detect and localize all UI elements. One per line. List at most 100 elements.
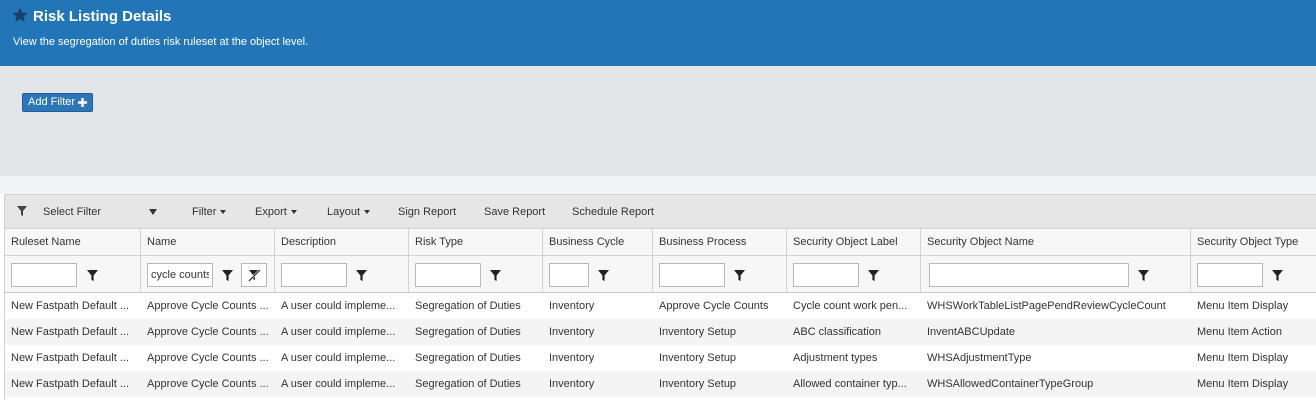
funnel-icon[interactable] [591,263,615,287]
cell-business-process: Inventory Setup [659,352,737,364]
cell-ruleset-name: New Fastpath Default ... [11,378,129,390]
filter-input-description[interactable] [281,263,347,287]
save-report-button[interactable]: Save Report [484,206,545,218]
filter-input-security-object-name[interactable] [929,263,1129,287]
column-header-business-process[interactable]: Business Process [653,229,787,256]
cell-ruleset-name: New Fastpath Default ... [11,326,129,338]
report-grid: Select Filter Filter Export Layout Sign … [4,194,1316,400]
funnel-icon[interactable] [80,263,104,287]
funnel-icon[interactable] [349,263,373,287]
table-row[interactable]: New Fastpath Default ... Approve Cycle C… [5,345,1316,371]
column-header-row: Ruleset Name Name Description Risk Type … [5,229,1316,256]
cell-ruleset-name: New Fastpath Default ... [11,352,129,364]
funnel-icon[interactable] [483,263,507,287]
filter-input-security-object-label[interactable] [793,263,859,287]
column-header-ruleset-name[interactable]: Ruleset Name [5,229,141,256]
chevron-down-icon[interactable] [149,209,157,215]
caret-down-icon [290,210,297,215]
clear-filter-icon [247,268,261,282]
table-row[interactable]: New Fastpath Default ... Approve Cycle C… [5,371,1316,397]
filter-cell-risk-type [409,256,543,293]
plus-icon [78,98,88,107]
cell-business-process: Inventory Setup [659,326,737,338]
table-row[interactable]: New Fastpath Default ... Approve Cycle C… [5,293,1316,319]
cell-security-object-type: Menu Item Display [1197,378,1289,390]
cell-name: Approve Cycle Counts ... [147,326,269,338]
cell-security-object-name: WHSAdjustmentType [927,352,1032,364]
cell-business-process: Inventory Setup [659,378,737,390]
cell-name: Approve Cycle Counts ... [147,352,269,364]
caret-down-icon [220,210,227,215]
page-title: Risk Listing Details [33,8,172,25]
cell-business-cycle: Inventory [549,326,595,338]
cell-description: A user could impleme... [281,326,396,338]
filter-cell-security-object-name [921,256,1191,293]
filter-cell-description [275,256,409,293]
cell-security-object-type: Menu Item Display [1197,352,1289,364]
column-header-risk-type[interactable]: Risk Type [409,229,543,256]
cell-risk-type: Segregation of Duties [415,352,521,364]
funnel-icon [17,206,27,216]
export-menu-label: Export [255,206,287,218]
cell-description: A user could impleme... [281,300,396,312]
grid-toolbar: Select Filter Filter Export Layout Sign … [5,195,1316,229]
filter-cell-ruleset-name [5,256,141,293]
filter-menu[interactable]: Filter [192,206,227,218]
cell-name: Approve Cycle Counts ... [147,300,269,312]
cell-security-object-name: InventABCUpdate [927,326,1016,338]
column-header-security-object-name[interactable]: Security Object Name [921,229,1191,256]
add-filter-button[interactable]: Add Filter [22,93,94,112]
select-filter-dropdown[interactable]: Select Filter [43,206,101,218]
cell-security-object-label: Cycle count work pen... [793,300,908,312]
add-filter-label: Add Filter [28,96,76,108]
cell-description: A user could impleme... [281,352,396,364]
page-header: Risk Listing Details View the segregatio… [0,0,1316,66]
cell-risk-type: Segregation of Duties [415,326,521,338]
schedule-report-button[interactable]: Schedule Report [572,206,654,218]
star-icon [12,7,28,22]
layout-menu-label: Layout [327,206,361,218]
cell-security-object-type: Menu Item Action [1197,326,1282,338]
cell-risk-type: Segregation of Duties [415,378,521,390]
cell-ruleset-name: New Fastpath Default ... [11,300,129,312]
funnel-icon[interactable] [1265,263,1289,287]
filter-input-business-process[interactable] [659,263,725,287]
filter-menu-label: Filter [192,206,217,218]
cell-security-object-type: Menu Item Display [1197,300,1289,312]
cell-security-object-label: ABC classification [793,326,882,338]
cell-name: Approve Cycle Counts ... [147,378,269,390]
filter-panel: Add Filter [0,66,1316,176]
filter-input-risk-type[interactable] [415,263,481,287]
cell-security-object-label: Allowed container typ... [793,378,907,390]
column-header-name[interactable]: Name [141,229,275,256]
filter-cell-security-object-type [1191,256,1316,293]
funnel-icon[interactable] [727,263,751,287]
cell-security-object-name: WHSAllowedContainerTypeGroup [927,378,1094,390]
column-header-business-cycle[interactable]: Business Cycle [543,229,653,256]
cell-security-object-name: WHSWorkTableListPagePendReviewCycleCount [927,300,1166,312]
filter-input-security-object-type[interactable] [1197,263,1263,287]
column-header-security-object-type[interactable]: Security Object Type [1191,229,1316,256]
layout-menu[interactable]: Layout [327,206,371,218]
column-header-security-object-label[interactable]: Security Object Label [787,229,921,256]
cell-security-object-label: Adjustment types [793,352,878,364]
cell-risk-type: Segregation of Duties [415,300,521,312]
filter-cell-business-cycle [543,256,653,293]
filter-cell-business-process [653,256,787,293]
sign-report-button[interactable]: Sign Report [398,206,456,218]
filter-input-business-cycle[interactable] [549,263,589,287]
funnel-icon[interactable] [861,263,885,287]
filter-input-name[interactable] [147,263,213,287]
caret-down-icon [364,210,371,215]
column-header-description[interactable]: Description [275,229,409,256]
export-menu[interactable]: Export [255,206,297,218]
filter-input-ruleset-name[interactable] [11,263,77,287]
clear-filter-button[interactable] [241,263,267,287]
funnel-icon[interactable] [1131,263,1155,287]
cell-description: A user could impleme... [281,378,396,390]
cell-business-cycle: Inventory [549,352,595,364]
funnel-icon[interactable] [215,263,239,287]
table-row[interactable]: New Fastpath Default ... Approve Cycle C… [5,319,1316,345]
column-filter-row [5,256,1316,293]
cell-business-process: Approve Cycle Counts [659,300,769,312]
